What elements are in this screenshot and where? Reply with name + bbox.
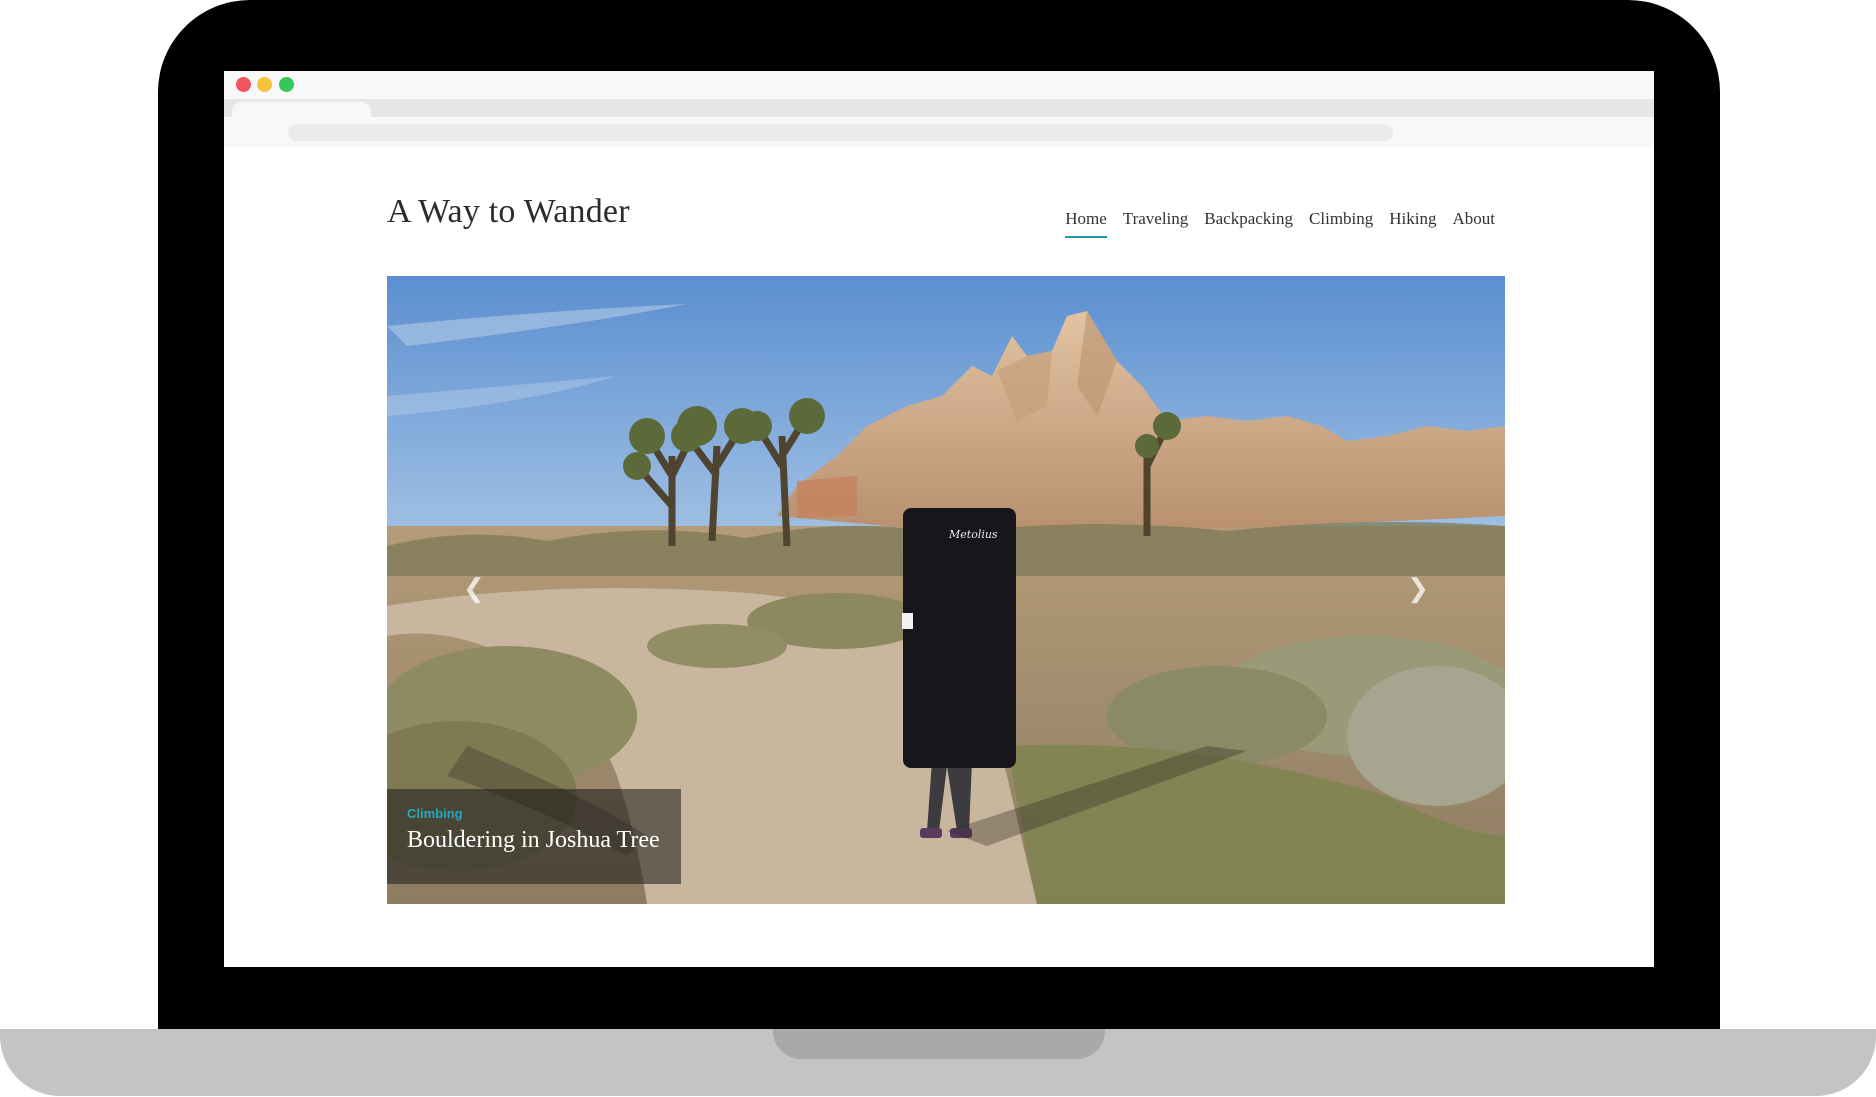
- main-nav: Home Traveling Backpacking Climbing Hiki…: [1065, 209, 1495, 238]
- nav-item-climbing[interactable]: Climbing: [1309, 209, 1373, 238]
- slide-category-link[interactable]: Climbing: [407, 806, 463, 821]
- svg-text:Metolius: Metolius: [948, 528, 998, 541]
- slider-prev-icon[interactable]: ❮: [463, 576, 485, 602]
- tab-strip: [224, 99, 1654, 117]
- slide-caption: Climbing Bouldering in Joshua Tree: [387, 789, 681, 884]
- browser-chrome: [224, 71, 1654, 147]
- window-close-button[interactable]: [236, 77, 251, 92]
- slider-next-icon[interactable]: ❯: [1407, 576, 1429, 602]
- nav-item-about[interactable]: About: [1453, 209, 1496, 238]
- slide-title-link[interactable]: Bouldering in Joshua Tree: [407, 827, 660, 854]
- nav-item-traveling[interactable]: Traveling: [1123, 209, 1189, 238]
- laptop-notch: [773, 1029, 1105, 1059]
- site-title[interactable]: A Way to Wander: [387, 193, 630, 231]
- window-maximize-button[interactable]: [279, 77, 294, 92]
- nav-item-backpacking[interactable]: Backpacking: [1204, 209, 1293, 238]
- window-minimize-button[interactable]: [257, 77, 272, 92]
- hero-slider[interactable]: Metolius ❮ ❯ Climbing Bouldering in Josh…: [387, 276, 1505, 904]
- nav-item-hiking[interactable]: Hiking: [1389, 209, 1436, 238]
- address-bar[interactable]: [288, 124, 1393, 141]
- nav-item-home[interactable]: Home: [1065, 209, 1107, 238]
- laptop-screen: A Way to Wander Home Traveling Backpacki…: [224, 71, 1654, 967]
